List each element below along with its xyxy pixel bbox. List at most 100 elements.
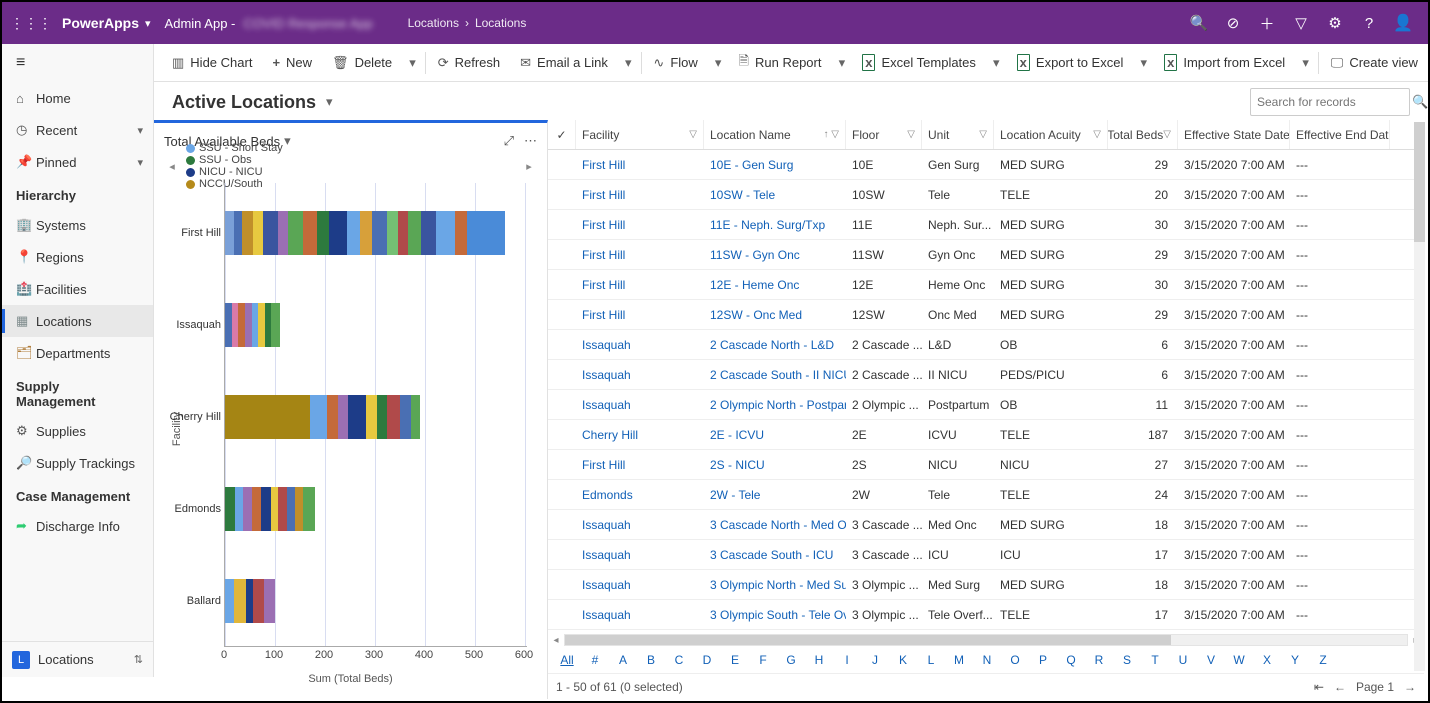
facility-link[interactable]: First Hill [576, 270, 704, 299]
nav-systems[interactable]: 🏢Systems [2, 209, 153, 241]
alpha-letter[interactable]: Y [1282, 653, 1308, 667]
run-report-button[interactable]: 🗎Run Report [729, 44, 832, 81]
search-records[interactable]: 🔍 [1250, 88, 1410, 116]
alpha-letter[interactable]: T [1142, 653, 1168, 667]
export-excel-button[interactable]: xExport to Excel [1007, 44, 1134, 81]
table-row[interactable]: First Hill2S - NICU2SNICUNICU273/15/2020… [548, 450, 1424, 480]
col-acuity[interactable]: Location Acuity▽ [994, 120, 1108, 149]
alpha-letter[interactable]: V [1198, 653, 1224, 667]
chart-more-icon[interactable]: ⋯ [524, 133, 537, 149]
location-link[interactable]: 2S - NICU [704, 450, 846, 479]
chart-bar-row[interactable]: Edmonds [225, 479, 527, 539]
first-page-icon[interactable]: ⇤ [1314, 680, 1324, 694]
table-row[interactable]: Issaquah3 Olympic North - Med Surg3 Olym… [548, 570, 1424, 600]
alpha-letter[interactable]: H [806, 653, 832, 667]
facility-link[interactable]: Issaquah [576, 330, 704, 359]
alpha-letter[interactable]: S [1114, 653, 1140, 667]
flow-button[interactable]: ∿Flow [643, 44, 707, 81]
alpha-letter[interactable]: Q [1058, 653, 1084, 667]
nav-locations[interactable]: ▦Locations [2, 305, 153, 337]
table-row[interactable]: Issaquah2 Cascade South - II NICU2 Casca… [548, 360, 1424, 390]
nav-recent[interactable]: ◷Recent▾ [2, 114, 153, 146]
location-link[interactable]: 2 Cascade North - L&D [704, 330, 846, 359]
alpha-letter[interactable]: C [666, 653, 692, 667]
nav-home[interactable]: ⌂Home [2, 82, 153, 114]
nav-supplies[interactable]: ⚙Supplies [2, 415, 153, 447]
col-eff-end[interactable]: Effective End Date▽ [1290, 120, 1390, 149]
filter-icon[interactable]: ▽ [1093, 129, 1101, 140]
alpha-letter[interactable]: E [722, 653, 748, 667]
delete-button[interactable]: 🗑Delete [322, 44, 402, 81]
location-link[interactable]: 2 Olympic North - Postpartum [704, 390, 846, 419]
facility-link[interactable]: Issaquah [576, 510, 704, 539]
table-row[interactable]: First Hill12SW - Onc Med12SWOnc MedMED S… [548, 300, 1424, 330]
table-row[interactable]: First Hill12E - Heme Onc12EHeme OncMED S… [548, 270, 1424, 300]
next-page-icon[interactable]: → [1404, 680, 1416, 694]
col-total-beds[interactable]: Total Beds▽ [1108, 120, 1178, 149]
facility-link[interactable]: First Hill [576, 450, 704, 479]
excel-templates-button[interactable]: xExcel Templates [852, 44, 986, 81]
col-eff-start[interactable]: Effective State Date▽ [1178, 120, 1290, 149]
legend-item[interactable]: SSU - Short Stay [186, 142, 283, 154]
legend-item[interactable]: SSU - Obs [186, 154, 283, 166]
email-link-button[interactable]: ✉Email a Link [510, 44, 618, 81]
facility-link[interactable]: Issaquah [576, 390, 704, 419]
table-row[interactable]: Issaquah3 Olympic South - Tele Overflow3… [548, 600, 1424, 630]
location-link[interactable]: 11SW - Gyn Onc [704, 240, 846, 269]
export-split[interactable]: ▾ [1133, 44, 1154, 81]
user-icon[interactable]: 👤 [1386, 13, 1420, 33]
location-link[interactable]: 12SW - Onc Med [704, 300, 846, 329]
prev-page-icon[interactable]: ← [1334, 680, 1346, 694]
location-link[interactable]: 3 Olympic North - Med Surg [704, 570, 846, 599]
breadcrumb-entity[interactable]: Locations [475, 16, 526, 30]
task-icon[interactable]: ⊘ [1216, 14, 1250, 32]
nav-discharge[interactable]: ➦Discharge Info [2, 510, 153, 542]
table-row[interactable]: Issaquah3 Cascade North - Med Onc3 Casca… [548, 510, 1424, 540]
facility-link[interactable]: Issaquah [576, 540, 704, 569]
filter-icon[interactable]: ▽ [689, 129, 697, 140]
alpha-letter[interactable]: # [582, 653, 608, 667]
nav-pinned[interactable]: 📌Pinned▾ [2, 146, 153, 178]
facility-link[interactable]: First Hill [576, 210, 704, 239]
location-link[interactable]: 3 Olympic South - Tele Overflow [704, 600, 846, 629]
add-icon[interactable]: ＋ [1250, 13, 1284, 34]
alpha-letter[interactable]: K [890, 653, 916, 667]
facility-link[interactable]: First Hill [576, 300, 704, 329]
email-split[interactable]: ▾ [618, 44, 639, 81]
location-link[interactable]: 10SW - Tele [704, 180, 846, 209]
filter-icon[interactable]: ▽ [907, 129, 915, 140]
alpha-letter[interactable]: L [918, 653, 944, 667]
alpha-letter[interactable]: F [750, 653, 776, 667]
hamburger-icon[interactable]: ≡ [2, 44, 153, 82]
legend-item[interactable]: NICU - NICU [186, 166, 283, 178]
horizontal-scrollbar[interactable]: ◂ ▸ [548, 633, 1424, 647]
expand-chart-icon[interactable]: ⤢ [504, 133, 514, 149]
table-row[interactable]: First Hill11E - Neph. Surg/Txp11ENeph. S… [548, 210, 1424, 240]
location-link[interactable]: 2E - ICVU [704, 420, 846, 449]
flow-split[interactable]: ▾ [708, 44, 729, 81]
alpha-letter[interactable]: G [778, 653, 804, 667]
search-icon[interactable]: 🔍 [1182, 14, 1216, 32]
report-split[interactable]: ▾ [831, 44, 852, 81]
refresh-button[interactable]: ⟳Refresh [428, 44, 510, 81]
filter-icon[interactable]: ▽ [979, 129, 987, 140]
select-all-checkbox[interactable]: ✓ [548, 120, 576, 149]
alpha-letter[interactable]: I [834, 653, 860, 667]
facility-link[interactable]: Edmonds [576, 480, 704, 509]
location-link[interactable]: 2 Cascade South - II NICU [704, 360, 846, 389]
chart-bar-row[interactable]: Ballard [225, 571, 527, 631]
facility-link[interactable]: First Hill [576, 240, 704, 269]
search-icon[interactable]: 🔍 [1412, 94, 1428, 110]
facility-link[interactable]: Cherry Hill [576, 420, 704, 449]
filter-icon[interactable]: ▽ [1284, 14, 1318, 32]
table-row[interactable]: First Hill10SW - Tele10SWTeleTELE203/15/… [548, 180, 1424, 210]
chevron-down-icon[interactable]: ▾ [326, 94, 333, 110]
col-floor[interactable]: Floor▽ [846, 120, 922, 149]
table-row[interactable]: First Hill11SW - Gyn Onc11SWGyn OncMED S… [548, 240, 1424, 270]
col-unit[interactable]: Unit▽ [922, 120, 994, 149]
import-excel-button[interactable]: xImport from Excel [1154, 44, 1295, 81]
nav-facilities[interactable]: 🏥Facilities [2, 273, 153, 305]
view-title[interactable]: Active Locations [172, 92, 316, 113]
location-link[interactable]: 11E - Neph. Surg/Txp [704, 210, 846, 239]
chart-bar-row[interactable]: First Hill [225, 203, 527, 263]
